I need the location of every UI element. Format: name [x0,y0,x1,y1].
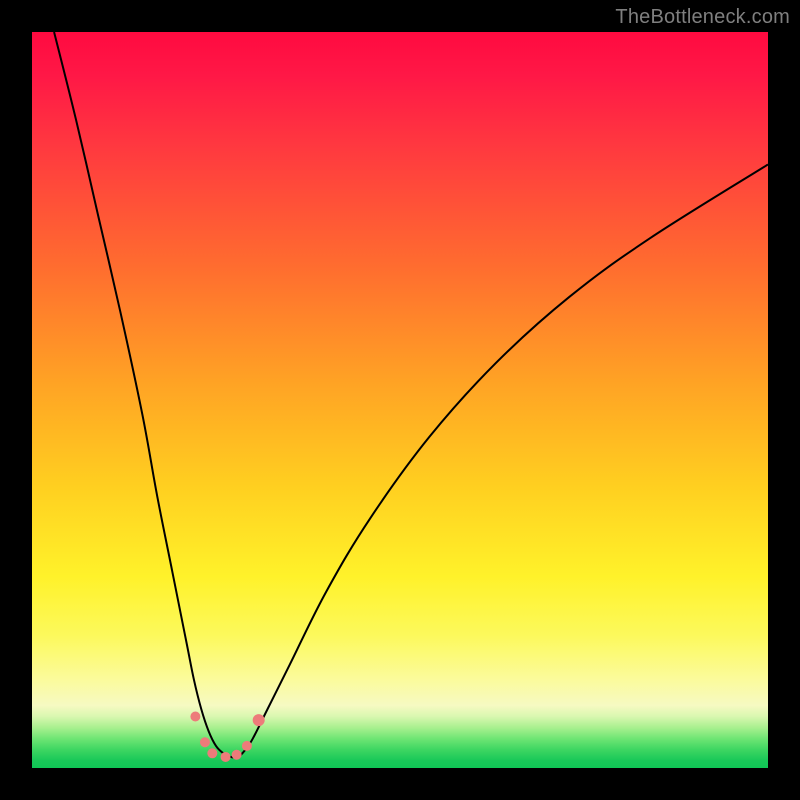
plot-area [32,32,768,768]
chart-frame: TheBottleneck.com [0,0,800,800]
watermark-text: TheBottleneck.com [615,6,790,29]
gradient-background [32,32,768,768]
